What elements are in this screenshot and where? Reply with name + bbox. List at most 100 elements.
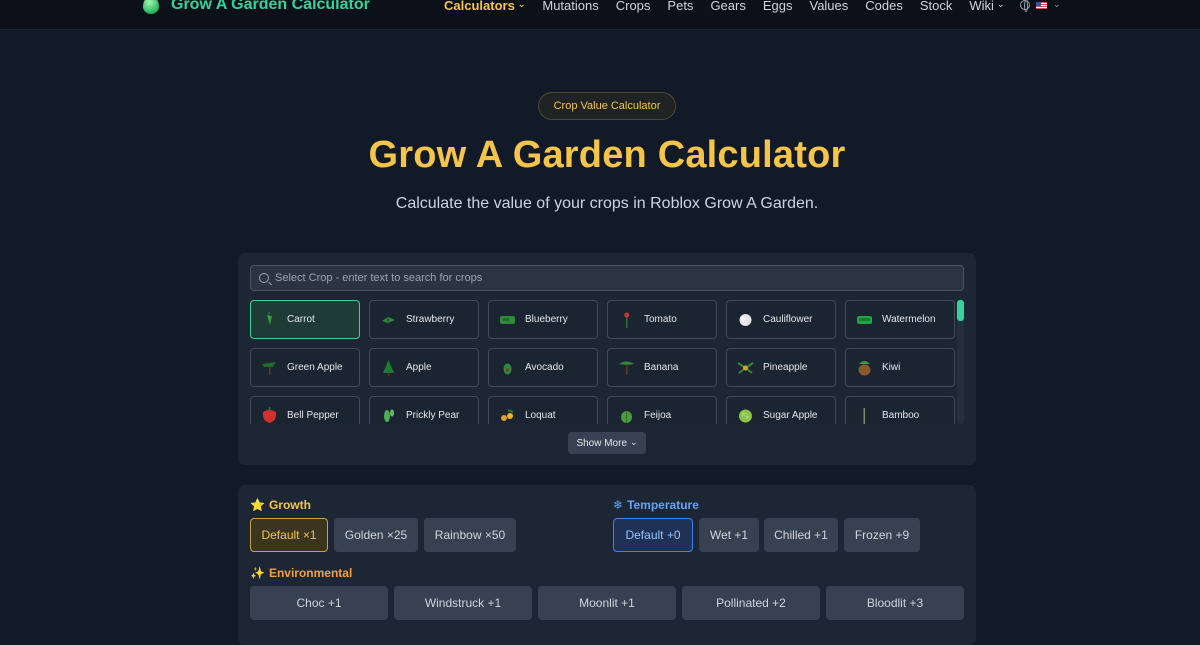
- modifiers-panel: [238, 485, 976, 645]
- crop-name: Watermelon: [882, 314, 936, 325]
- kiwi-icon: [858, 361, 871, 376]
- crop-card-sugar-apple[interactable]: Sugar Apple: [726, 396, 836, 424]
- watermelon-icon: [857, 316, 872, 324]
- apple-icon: [383, 360, 394, 376]
- nav-link-label: Wiki: [969, 0, 994, 13]
- growth-option-default[interactable]: Default ×1: [250, 518, 328, 552]
- crop-name: Kiwi: [882, 362, 901, 373]
- crop-name: Cauliflower: [763, 314, 813, 325]
- crop-name: Pineapple: [763, 362, 808, 373]
- crop-grid-scrollbar[interactable]: [957, 300, 964, 424]
- crop-card-carrot[interactable]: Carrot: [250, 300, 360, 339]
- crop-card-prickly-pear[interactable]: Prickly Pear: [369, 396, 479, 424]
- temperature-label: Temperature: [627, 498, 699, 512]
- strawberry-icon: [382, 317, 395, 323]
- brand[interactable]: Grow A Garden Calculator: [143, 0, 370, 16]
- show-more-button[interactable]: Show More ⌄: [568, 432, 646, 454]
- chevron-down-icon: ⌄: [1053, 0, 1061, 9]
- temperature-option-wet[interactable]: Wet +1: [699, 518, 759, 552]
- nav-link-codes[interactable]: Codes: [865, 0, 903, 13]
- nav-link-eggs[interactable]: Eggs: [763, 0, 793, 13]
- nav-links: Calculators ⌄ Mutations Crops Pets Gears …: [444, 0, 1004, 16]
- growth-section-label: ⭐ Growth: [250, 498, 311, 512]
- crop-name: Green Apple: [287, 362, 343, 373]
- temperature-option-default[interactable]: Default +0: [613, 518, 693, 552]
- crop-name: Blueberry: [525, 314, 568, 325]
- growth-option-golden[interactable]: Golden ×25: [334, 518, 418, 552]
- crop-card-apple[interactable]: Apple: [369, 348, 479, 387]
- page-title: Grow A Garden Calculator: [368, 134, 846, 176]
- search-icon: [259, 273, 269, 283]
- carrot-icon: [267, 311, 272, 325]
- crop-card-tomato[interactable]: Tomato: [607, 300, 717, 339]
- bamboo-icon: [863, 408, 865, 424]
- crop-card-avocado[interactable]: Avocado: [488, 348, 598, 387]
- nav-link-stock[interactable]: Stock: [920, 0, 953, 13]
- crop-name: Feijoa: [644, 410, 672, 421]
- feijoa-icon: [621, 411, 632, 423]
- star-icon: ⭐: [250, 498, 265, 512]
- prickly-pear-icon: [384, 409, 394, 422]
- crop-name: Bamboo: [882, 410, 920, 421]
- page-subtitle: Calculate the value of your crops in Rob…: [395, 195, 819, 212]
- crop-grid-viewport[interactable]: Carrot Strawberry Blueberry Tomato Cauli…: [250, 300, 964, 424]
- temperature-option-frozen[interactable]: Frozen +9: [844, 518, 920, 552]
- nav-link-mutations[interactable]: Mutations: [542, 0, 598, 13]
- nav-link-pets[interactable]: Pets: [667, 0, 693, 13]
- nav-link-label: Calculators: [444, 0, 515, 13]
- crop-card-cauliflower[interactable]: Cauliflower: [726, 300, 836, 339]
- crop-card-pineapple[interactable]: Pineapple: [726, 348, 836, 387]
- environmental-label: Environmental: [268, 566, 353, 580]
- avocado-icon: [503, 363, 512, 375]
- crop-card-feijoa[interactable]: Feijoa: [607, 396, 717, 424]
- crop-card-kiwi[interactable]: Kiwi: [845, 348, 955, 387]
- crop-card-blueberry[interactable]: Blueberry: [488, 300, 598, 339]
- chevron-down-icon: ⌄: [996, 0, 1005, 9]
- chevron-down-icon: ⌄: [630, 436, 638, 447]
- nav-link-calculators[interactable]: Calculators ⌄: [444, 0, 525, 13]
- nav-link-crops[interactable]: Crops: [616, 0, 651, 13]
- banana-icon: [619, 361, 634, 375]
- nav-link-gears[interactable]: Gears: [710, 0, 745, 13]
- nav-link-values[interactable]: Values: [809, 0, 848, 13]
- crop-name: Loquat: [525, 410, 556, 421]
- env-option-pollinated[interactable]: Pollinated +2: [682, 586, 820, 620]
- temperature-section-label: ❄ Temperature: [613, 498, 699, 512]
- temperature-option-chilled[interactable]: Chilled +1: [764, 518, 838, 552]
- nav-link-wiki[interactable]: Wiki ⌄: [969, 0, 1004, 13]
- crop-name: Apple: [406, 362, 432, 373]
- growth-option-rainbow[interactable]: Rainbow ×50: [424, 518, 516, 552]
- crop-card-bamboo[interactable]: Bamboo: [845, 396, 955, 424]
- crop-search-input[interactable]: [275, 272, 935, 284]
- blueberry-icon: [500, 316, 515, 324]
- green-apple-icon: [262, 362, 276, 375]
- env-option-windstruck[interactable]: Windstruck +1: [394, 586, 532, 620]
- crop-card-strawberry[interactable]: Strawberry: [369, 300, 479, 339]
- crop-card-banana[interactable]: Banana: [607, 348, 717, 387]
- calculator-badge: Crop Value Calculator: [538, 92, 676, 120]
- crop-name: Sugar Apple: [763, 410, 818, 421]
- env-option-choc[interactable]: Choc +1: [250, 586, 388, 620]
- tomato-icon: [624, 312, 630, 328]
- show-more-label: Show More: [576, 437, 628, 449]
- crop-card-bell-pepper[interactable]: Bell Pepper: [250, 396, 360, 424]
- sparkles-icon: ✨: [250, 566, 265, 580]
- env-option-moonlit[interactable]: Moonlit +1: [538, 586, 676, 620]
- crop-card-loquat[interactable]: Loquat: [488, 396, 598, 424]
- snowflake-icon: ❄: [613, 498, 624, 512]
- sugar-apple-icon: [739, 409, 752, 423]
- growth-label: Growth: [268, 498, 311, 512]
- cauliflower-icon: [739, 314, 752, 326]
- crop-card-green-apple[interactable]: Green Apple: [250, 348, 360, 387]
- crop-name: Tomato: [644, 314, 677, 325]
- crop-name: Strawberry: [406, 314, 455, 325]
- language-selector[interactable]: ⌄: [1020, 0, 1061, 16]
- garden-logo-icon: [143, 0, 159, 14]
- crop-grid: Carrot Strawberry Blueberry Tomato Cauli…: [250, 300, 964, 424]
- crop-search: [250, 265, 964, 291]
- scrollbar-thumb[interactable]: [957, 300, 964, 321]
- top-navigation: Grow A Garden Calculator Calculators ⌄ Mu…: [0, 0, 1200, 30]
- crop-card-watermelon[interactable]: Watermelon: [845, 300, 955, 339]
- globe-icon: [1020, 0, 1030, 12]
- env-option-bloodlit[interactable]: Bloodlit +3: [826, 586, 964, 620]
